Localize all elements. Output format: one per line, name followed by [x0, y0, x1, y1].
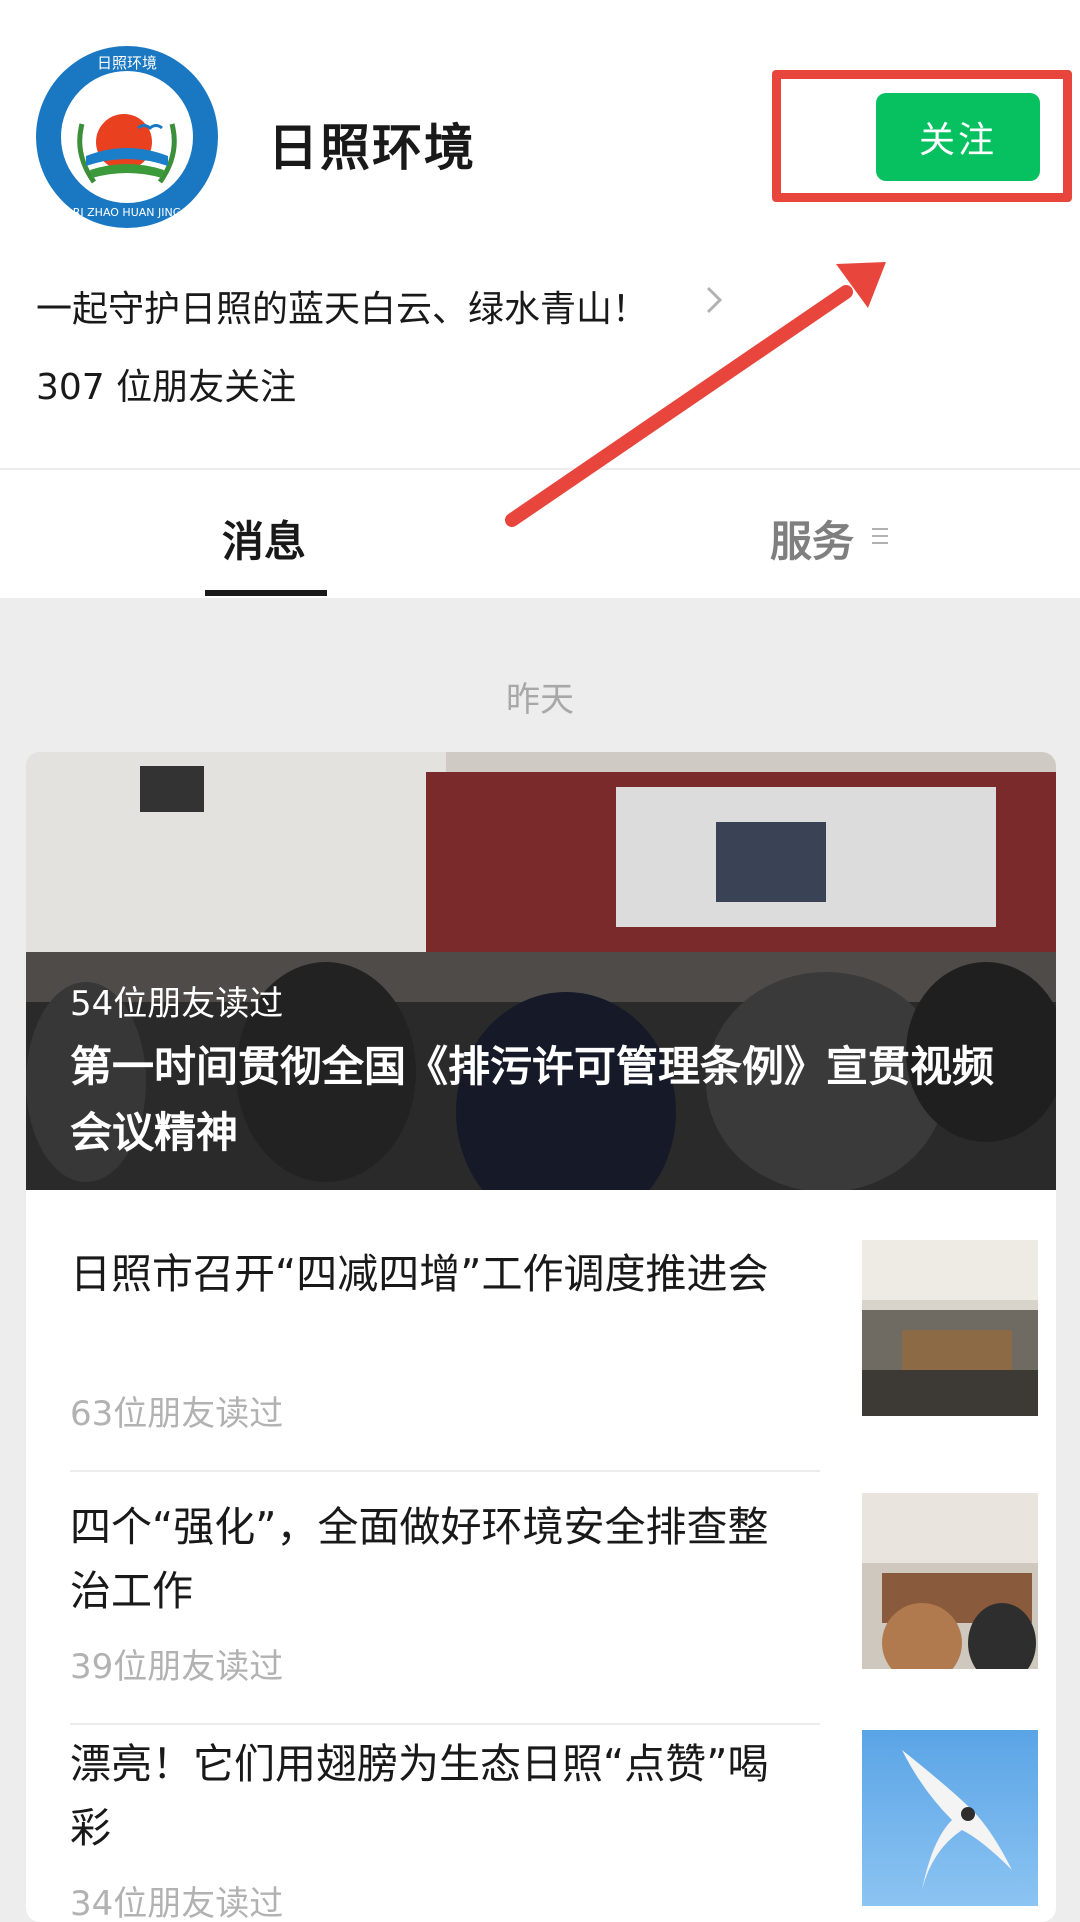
list-item[interactable]: 日照市召开“四减四增”工作调度推进会 63位朋友读过	[70, 1234, 1040, 1484]
article-read-count: 34位朋友读过	[70, 1884, 284, 1922]
article-title: 四个“强化”，全面做好环境安全排查整治工作	[70, 1503, 769, 1615]
article-thumbnail	[862, 1730, 1038, 1906]
follower-count: 307 位朋友关注	[36, 367, 297, 408]
account-description[interactable]: 一起守护日照的蓝天白云、绿水青山！	[36, 280, 648, 332]
article-read-count: 63位朋友读过	[70, 1394, 284, 1434]
tab-bar: 消息 服务	[0, 470, 1080, 598]
article-card: 54位朋友读过 第一时间贯彻全国《排污许可管理条例》宣贯视频会议精神 日照市召开…	[26, 752, 1056, 1922]
article-thumbnail	[862, 1493, 1038, 1669]
account-name: 日照环境	[268, 119, 476, 177]
chevron-right-icon[interactable]	[700, 280, 730, 320]
logo-text-top: 日照环境	[97, 54, 157, 72]
tab-messages[interactable]: 消息	[222, 508, 306, 569]
active-tab-indicator	[205, 590, 327, 596]
hero-read-count: 54位朋友读过	[70, 984, 284, 1024]
hero-title: 第一时间贯彻全国《排污许可管理条例》宣贯视频会议精神	[70, 1042, 995, 1157]
article-title: 日照市召开“四减四增”工作调度推进会	[70, 1250, 769, 1298]
article-read-count: 39位朋友读过	[70, 1647, 284, 1687]
list-item[interactable]: 四个“强化”，全面做好环境安全排查整治工作 39位朋友读过	[70, 1487, 1040, 1737]
account-header: 日照环境 RI ZHAO HUAN JING 日照环境 关注 一起守护日照的蓝天…	[0, 0, 1080, 468]
annotation-highlight-box	[772, 70, 1072, 202]
menu-lines-icon	[872, 528, 888, 544]
article-thumbnail	[862, 1240, 1038, 1416]
divider	[70, 1470, 820, 1472]
tab-services[interactable]: 服务	[770, 508, 854, 569]
list-item[interactable]: 漂亮！它们用翅膀为生态日照“点赞”喝彩 34位朋友读过	[70, 1724, 1040, 1922]
logo-text-bottom: RI ZHAO HUAN JING	[73, 206, 182, 219]
account-logo[interactable]: 日照环境 RI ZHAO HUAN JING	[34, 44, 220, 230]
article-title: 漂亮！它们用翅膀为生态日照“点赞”喝彩	[70, 1740, 769, 1852]
date-separator: 昨天	[506, 680, 574, 720]
